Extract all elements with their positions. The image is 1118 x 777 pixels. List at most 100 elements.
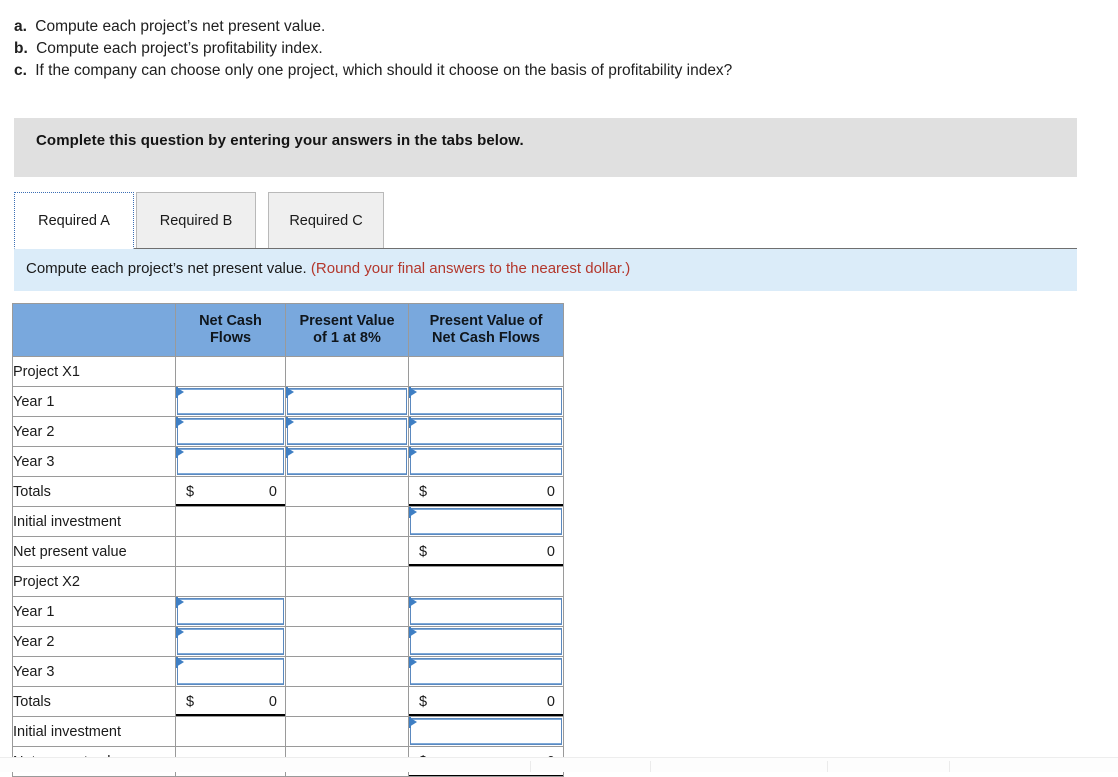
tab-required-a-label: Required A [38,212,110,229]
answer-cell-wrapper [409,417,563,446]
answer-cell[interactable] [408,416,564,447]
tab-required-c[interactable]: Required C [268,192,384,249]
table-row: Totals $0 $0 [12,686,564,717]
value-number: 0 [268,483,277,500]
answer-cell-wrapper [409,657,563,686]
table-row: Initial investment [12,716,564,747]
answer-cell[interactable] [285,416,409,447]
instruction-bar-text: Complete this question by entering your … [36,132,524,149]
answer-input[interactable] [410,598,562,625]
answer-input[interactable] [287,388,407,415]
currency-symbol: $ [186,693,195,710]
answer-cell[interactable] [175,626,286,657]
page-footer-sliver [0,757,1118,772]
tab-required-b-label: Required B [159,212,233,229]
answer-input[interactable] [287,418,407,445]
answer-cell[interactable] [175,446,286,477]
computed-value-cell: $0 [408,476,564,507]
row-label: Year 1 [12,596,176,627]
answer-input[interactable] [410,718,562,745]
answer-input[interactable] [410,628,562,655]
row-label: Initial investment [12,506,176,537]
footer-separator [650,761,651,772]
answer-input[interactable] [177,388,284,415]
answer-cell[interactable] [175,386,286,417]
answer-cell-wrapper [176,417,285,446]
computed-value: $0 [409,537,563,566]
empty-cell [175,716,286,747]
answer-cell[interactable] [408,386,564,417]
empty-cell [285,536,409,567]
question-item-b: b. Compute each project’s profitability … [14,38,1074,60]
row-label: Year 2 [12,626,176,657]
row-label: Year 2 [12,416,176,447]
question-text-c: If the company can choose only one proje… [35,62,733,79]
footer-separator [530,761,531,772]
row-label: Totals [12,476,176,507]
answer-input[interactable] [287,448,407,475]
row-label: Net present value [12,536,176,567]
answer-cell[interactable] [408,656,564,687]
empty-cell [285,596,409,627]
header-line-2: Net Cash Flows [432,330,540,346]
header-line-1: Present Value of [429,313,543,329]
table-row: Project X1 [12,356,564,387]
empty-cell [285,686,409,717]
answer-input[interactable] [410,418,562,445]
value-number: 0 [546,543,555,560]
answer-cell-wrapper [286,387,408,416]
table-row: Year 2 [12,416,564,447]
footer-separator [827,761,828,772]
answer-input[interactable] [177,628,284,655]
answer-input[interactable] [177,448,284,475]
answer-cell[interactable] [408,596,564,627]
answer-cell[interactable] [408,446,564,477]
answer-cell[interactable] [285,446,409,477]
answer-cell-wrapper [409,627,563,656]
empty-cell [408,566,564,597]
prompt-rounding-hint: (Round your final answers to the nearest… [310,260,631,277]
answer-cell[interactable] [408,716,564,747]
currency-symbol: $ [186,483,195,500]
answer-cell[interactable] [175,416,286,447]
answer-input[interactable] [410,388,562,415]
answer-input[interactable] [410,448,562,475]
currency-symbol: $ [419,543,428,560]
row-label: Year 3 [12,656,176,687]
tab-required-b[interactable]: Required B [136,192,256,249]
answer-cell[interactable] [408,626,564,657]
answer-input[interactable] [177,598,284,625]
tab-required-a[interactable]: Required A [14,192,134,249]
answer-cell-wrapper [286,417,408,446]
empty-cell [285,656,409,687]
header-line-2: of 1 at 8% [313,330,381,346]
question-item-c: c. If the company can choose only one pr… [14,60,1074,82]
empty-cell [408,356,564,387]
computed-value-cell: $0 [408,686,564,717]
empty-cell [285,356,409,387]
row-label: Totals [12,686,176,717]
answer-input[interactable] [177,658,284,685]
empty-cell [285,566,409,597]
table-header-present-value-of-1: Present Value of 1 at 8% [285,303,409,357]
answer-cell-wrapper [176,657,285,686]
footer-separator [949,761,950,772]
answer-input[interactable] [177,418,284,445]
tab-strip: Required A Required B Required C [14,191,1077,249]
table-row: Project X2 [12,566,564,597]
value-number: 0 [546,693,555,710]
answer-input[interactable] [410,658,562,685]
currency-symbol: $ [419,483,428,500]
table-row: Year 1 [12,386,564,417]
row-label: Project X1 [12,356,176,387]
answer-cell[interactable] [285,386,409,417]
answer-cell[interactable] [175,656,286,687]
empty-cell [285,506,409,537]
answer-input[interactable] [410,508,562,535]
prompt-bar: Compute each project’s net present value… [14,249,1077,291]
question-text-a: Compute each project’s net present value… [35,18,326,35]
answer-cell[interactable] [408,506,564,537]
answer-cell[interactable] [175,596,286,627]
answer-cell-wrapper [409,597,563,626]
table-body: Project X1 Year 1 Year 2 Year 3 Totals $0 $0 In… [12,356,564,777]
